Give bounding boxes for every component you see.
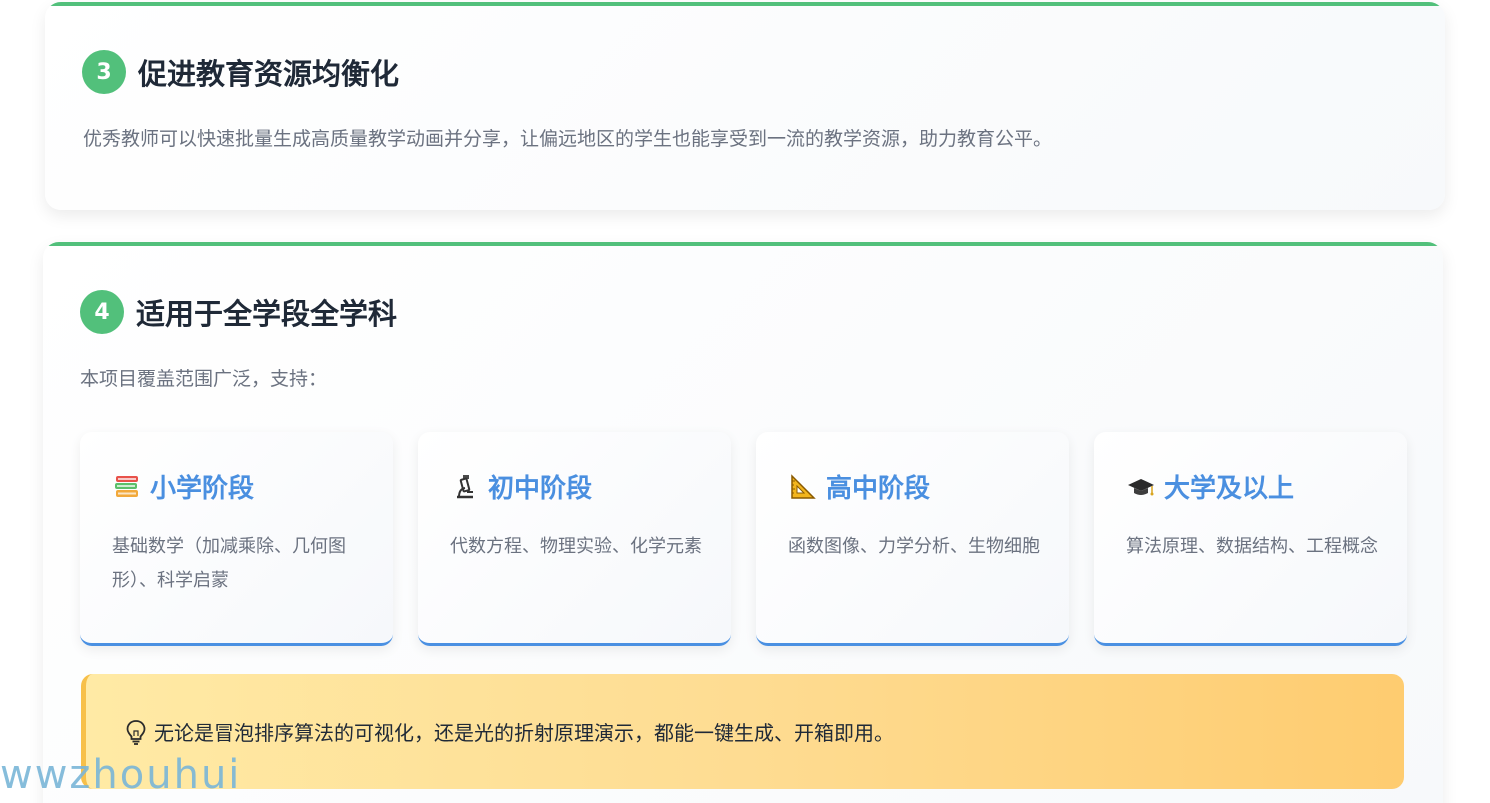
stage-label: 大学及以上 bbox=[1164, 474, 1295, 504]
stage-card-list: 小学阶段 基础数学（加减乘除、几何图形）、科学启蒙 初中阶段 代数方程、物理实验… bbox=[80, 432, 1407, 646]
stage-card-primary: 小学阶段 基础数学（加减乘除、几何图形）、科学启蒙 bbox=[80, 432, 393, 646]
graduation-cap-icon bbox=[1126, 472, 1156, 502]
tip-box: 无论是冒泡排序算法的可视化，还是光的折射原理演示，都能一键生成、开箱即用。 bbox=[81, 674, 1404, 789]
page: 3 促进教育资源均衡化 优秀教师可以快速批量生成高质量教学动画并分享，让偏远地区… bbox=[0, 0, 1490, 803]
stage-label: 小学阶段 bbox=[150, 474, 255, 504]
lightbulb-icon bbox=[124, 719, 148, 745]
stage-title: 小学阶段 bbox=[112, 468, 254, 505]
stage-card-university: 大学及以上 算法原理、数据结构、工程概念 bbox=[1094, 432, 1407, 646]
stage-label: 初中阶段 bbox=[488, 474, 593, 504]
stage-description: 算法原理、数据结构、工程概念 bbox=[1126, 536, 1378, 557]
section-description: 优秀教师可以快速批量生成高质量教学动画并分享，让偏远地区的学生也能享受到一流的教… bbox=[83, 128, 1053, 150]
microscope-icon bbox=[450, 472, 480, 502]
stage-title: 高中阶段 bbox=[788, 468, 930, 505]
triangle-ruler-icon bbox=[788, 472, 818, 502]
section-heading-3: 3 促进教育资源均衡化 bbox=[82, 50, 399, 94]
section-intro: 本项目覆盖范围广泛，支持： bbox=[80, 368, 328, 390]
section-card-4: 4 适用于全学段全学科 本项目覆盖范围广泛，支持： 小学阶段 基础数学（加减乘除… bbox=[43, 242, 1443, 803]
section-title: 促进教育资源均衡化 bbox=[138, 57, 400, 91]
stage-label: 高中阶段 bbox=[826, 474, 931, 504]
stage-description: 函数图像、力学分析、生物细胞 bbox=[788, 536, 1040, 557]
stage-description: 基础数学（加减乘除、几何图形）、科学启蒙 bbox=[112, 536, 346, 591]
stage-title: 大学及以上 bbox=[1126, 468, 1294, 505]
section-title: 适用于全学段全学科 bbox=[136, 297, 398, 331]
stage-card-middle: 初中阶段 代数方程、物理实验、化学元素 bbox=[418, 432, 731, 646]
stage-card-high: 高中阶段 函数图像、力学分析、生物细胞 bbox=[756, 432, 1069, 646]
books-icon bbox=[112, 472, 142, 502]
tip-text: 无论是冒泡排序算法的可视化，还是光的折射原理演示，都能一键生成、开箱即用。 bbox=[154, 721, 894, 745]
section-card-3: 3 促进教育资源均衡化 优秀教师可以快速批量生成高质量教学动画并分享，让偏远地区… bbox=[45, 2, 1445, 210]
stage-title: 初中阶段 bbox=[450, 468, 592, 505]
section-heading-4: 4 适用于全学段全学科 bbox=[80, 290, 397, 334]
section-number-badge: 4 bbox=[80, 290, 124, 334]
section-number-badge: 3 bbox=[82, 50, 126, 94]
stage-description: 代数方程、物理实验、化学元素 bbox=[450, 536, 702, 557]
watermark: wwzhouhui bbox=[0, 752, 242, 798]
